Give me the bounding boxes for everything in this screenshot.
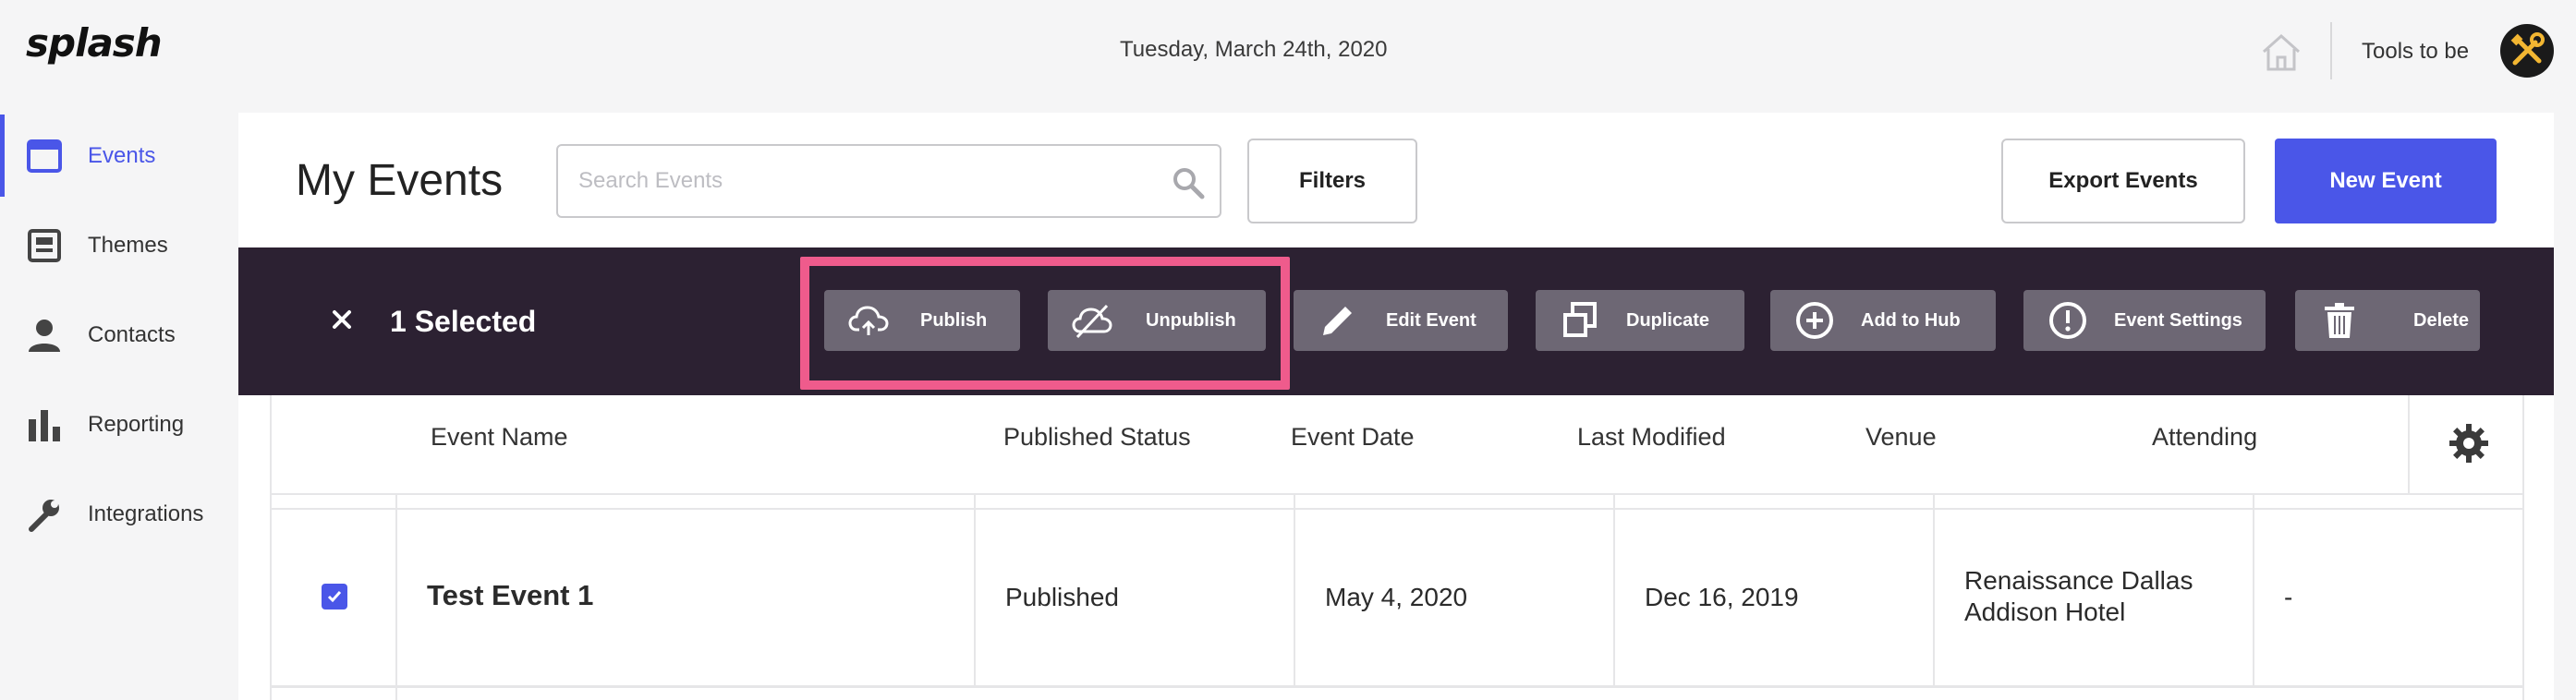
sidebar-item-events[interactable]: Events xyxy=(0,111,238,200)
published-status-cell: Published xyxy=(974,510,1294,685)
attending: - xyxy=(2284,583,2293,611)
last-modified: Dec 16, 2019 xyxy=(1645,583,1799,611)
add-to-hub-button[interactable]: Add to Hub xyxy=(1770,290,1996,351)
gear-icon[interactable] xyxy=(2448,423,2489,464)
event-settings-button[interactable]: Event Settings xyxy=(2023,290,2266,351)
themes-icon xyxy=(28,228,61,262)
person-icon xyxy=(29,319,60,352)
page-title: My Events xyxy=(296,156,504,205)
sidebar-item-label: Integrations xyxy=(88,501,204,526)
search-icon[interactable] xyxy=(1172,166,1205,199)
sidebar-item-themes[interactable]: Themes xyxy=(0,200,238,290)
topbar-divider xyxy=(2330,22,2332,79)
user-name[interactable]: Tools to be xyxy=(2362,39,2469,65)
row-checkbox[interactable] xyxy=(322,584,347,609)
table-header: Event Name Published Status Event Date L… xyxy=(270,395,2524,493)
column-header-event-name[interactable]: Event Name xyxy=(431,423,568,452)
alert-circle-icon xyxy=(2049,302,2086,339)
event-date: May 4, 2020 xyxy=(1325,583,1468,611)
export-events-button[interactable]: Export Events xyxy=(2001,139,2245,223)
cloud-upload-icon xyxy=(848,306,889,335)
bar-chart-icon xyxy=(29,409,60,441)
event-name-cell: Test Event 1 xyxy=(395,510,974,685)
event-settings-label: Event Settings xyxy=(2114,309,2242,331)
search-input[interactable] xyxy=(578,146,1151,216)
column-header-event-date[interactable]: Event Date xyxy=(1291,423,1415,452)
edit-event-label: Edit Event xyxy=(1386,309,1476,331)
column-settings-cell xyxy=(2408,395,2524,493)
delete-button[interactable]: Delete xyxy=(2295,290,2480,351)
top-bar: splash Tuesday, March 24th, 2020 Tools t… xyxy=(0,0,2576,103)
publish-label: Publish xyxy=(920,309,988,331)
duplicate-label: Duplicate xyxy=(1626,309,1710,331)
duplicate-icon xyxy=(1563,302,1597,337)
home-icon[interactable] xyxy=(2260,31,2303,74)
column-header-attending[interactable]: Attending xyxy=(2152,423,2257,452)
search-box[interactable] xyxy=(556,144,1221,218)
next-row-partial xyxy=(270,688,2524,700)
duplicate-button[interactable]: Duplicate xyxy=(1536,290,1744,351)
venue-cell: Renaissance Dallas Addison Hotel xyxy=(1933,510,2253,685)
sidebar-item-label: Reporting xyxy=(88,411,185,437)
splash-logo[interactable]: splash xyxy=(26,20,163,66)
event-name[interactable]: Test Event 1 xyxy=(427,580,593,611)
cloud-off-icon xyxy=(1072,304,1112,339)
sidebar-item-label: Events xyxy=(88,142,156,168)
delete-label: Delete xyxy=(2413,309,2470,331)
tools-avatar-icon xyxy=(2502,26,2552,76)
new-event-button[interactable]: New Event xyxy=(2275,139,2497,223)
sidebar-item-integrations[interactable]: Integrations xyxy=(0,469,238,559)
venue-line-1: Renaissance Dallas xyxy=(1964,566,2193,595)
checkmark-icon xyxy=(327,591,342,603)
trash-icon xyxy=(2325,303,2354,338)
column-header-last-modified[interactable]: Last Modified xyxy=(1577,423,1726,452)
selection-bar: 1 Selected Publish Unpublish Edit Event … xyxy=(238,247,2554,395)
attending-cell: - xyxy=(2253,510,2524,685)
pencil-icon xyxy=(1323,307,1352,335)
edit-event-button[interactable]: Edit Event xyxy=(1294,290,1508,351)
column-header-published-status[interactable]: Published Status xyxy=(1003,423,1191,452)
current-date: Tuesday, March 24th, 2020 xyxy=(1120,37,1388,62)
table-row[interactable]: Test Event 1 Published May 4, 2020 Dec 1… xyxy=(270,510,2524,685)
sidebar-item-contacts[interactable]: Contacts xyxy=(0,290,238,380)
unpublish-button[interactable]: Unpublish xyxy=(1048,290,1266,351)
unpublish-label: Unpublish xyxy=(1146,309,1236,331)
wrench-icon xyxy=(29,499,59,532)
column-header-venue[interactable]: Venue xyxy=(1865,423,1937,452)
sidebar-item-label: Contacts xyxy=(88,321,176,347)
venue-line-2: Addison Hotel xyxy=(1964,597,2126,626)
checkbox-cell xyxy=(270,510,395,685)
filters-button[interactable]: Filters xyxy=(1247,139,1417,223)
sidebar-item-reporting[interactable]: Reporting xyxy=(0,380,238,469)
plus-circle-icon xyxy=(1796,302,1833,339)
add-to-hub-label: Add to Hub xyxy=(1861,309,1961,331)
close-icon[interactable] xyxy=(329,307,355,332)
event-date-cell: May 4, 2020 xyxy=(1294,510,1613,685)
sidebar-item-label: Themes xyxy=(88,232,168,258)
selected-count: 1 Selected xyxy=(390,305,537,338)
calendar-icon xyxy=(27,139,62,173)
sidebar: Events Themes Contacts Reporting Integra… xyxy=(0,111,238,559)
last-modified-cell: Dec 16, 2019 xyxy=(1613,510,1933,685)
publish-button[interactable]: Publish xyxy=(824,290,1020,351)
published-status: Published xyxy=(1005,583,1119,611)
avatar[interactable] xyxy=(2500,24,2554,78)
